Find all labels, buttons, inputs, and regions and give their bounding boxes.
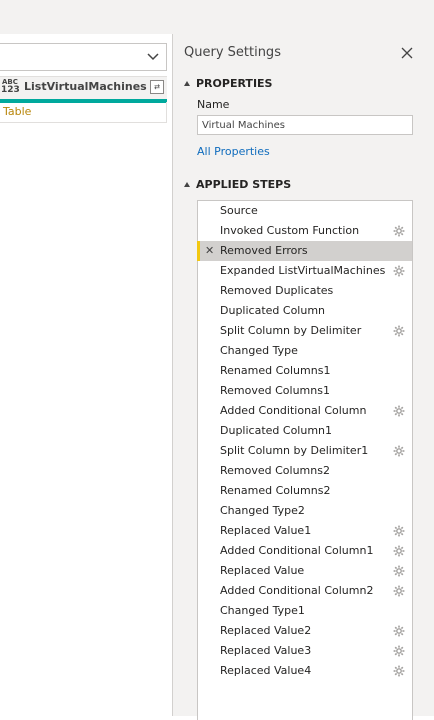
applied-step-label: Expanded ListVirtualMachines	[220, 264, 386, 277]
applied-step-label: Added Conditional Column2	[220, 584, 374, 597]
applied-step[interactable]: Expanded ListVirtualMachines	[198, 261, 412, 281]
applied-step-label: Removed Duplicates	[220, 284, 334, 297]
applied-step-label: Split Column by Delimiter1	[220, 444, 369, 457]
applied-step-label: Removed Columns1	[220, 384, 330, 397]
applied-step[interactable]: Removed Duplicates	[198, 281, 412, 301]
chevron-down-icon[interactable]	[146, 49, 160, 63]
gear-icon[interactable]	[393, 625, 405, 637]
applied-step[interactable]: Duplicated Column	[198, 301, 412, 321]
applied-step[interactable]: Changed Type	[198, 341, 412, 361]
applied-step-label: Changed Type1	[220, 604, 305, 617]
applied-step-label: Replaced Value2	[220, 624, 312, 637]
applied-step-label: Changed Type2	[220, 504, 305, 517]
applied-step-label: Renamed Columns2	[220, 484, 331, 497]
delete-step-icon[interactable]: ✕	[205, 241, 214, 261]
applied-step-label: Source	[220, 204, 258, 217]
query-name-input[interactable]	[197, 115, 413, 135]
table-cell[interactable]: Table	[0, 102, 167, 123]
gear-icon[interactable]	[393, 445, 405, 457]
applied-step[interactable]: Changed Type2	[198, 501, 412, 521]
gear-icon[interactable]	[393, 525, 405, 537]
applied-step[interactable]: Renamed Columns2	[198, 481, 412, 501]
applied-step[interactable]: Added Conditional Column1	[198, 541, 412, 561]
applied-step[interactable]: Replaced Value	[198, 561, 412, 581]
column-type-number: 123	[1, 85, 20, 95]
close-icon[interactable]	[400, 46, 414, 60]
gear-icon[interactable]	[393, 265, 405, 277]
gear-icon[interactable]	[393, 405, 405, 417]
applied-step[interactable]: Replaced Value4	[198, 661, 412, 681]
gear-icon[interactable]	[393, 645, 405, 657]
formula-dropdown[interactable]	[0, 43, 167, 71]
applied-step-label: Changed Type	[220, 344, 298, 357]
gear-icon[interactable]	[393, 585, 405, 597]
applied-steps-section-header[interactable]: APPLIED STEPS	[184, 178, 291, 191]
gear-icon[interactable]	[393, 545, 405, 557]
cell-value[interactable]: Table	[3, 105, 31, 118]
data-preview-pane: ABC 123 ListVirtualMachines ⇄ Table	[0, 34, 172, 716]
applied-step[interactable]: Removed Columns2	[198, 461, 412, 481]
applied-step-label: Renamed Columns1	[220, 364, 331, 377]
applied-step-label: Removed Columns2	[220, 464, 330, 477]
applied-step[interactable]: Replaced Value3	[198, 641, 412, 661]
query-settings-panel: Query Settings PROPERTIES Name All Prope…	[173, 34, 434, 720]
applied-step-label: Added Conditional Column	[220, 404, 367, 417]
applied-step-label: Replaced Value4	[220, 664, 312, 677]
applied-step[interactable]: Removed Columns1	[198, 381, 412, 401]
applied-step-label: Added Conditional Column1	[220, 544, 374, 557]
applied-step[interactable]: Added Conditional Column	[198, 401, 412, 421]
applied-step[interactable]: Split Column by Delimiter1	[198, 441, 412, 461]
gear-icon[interactable]	[393, 565, 405, 577]
applied-step[interactable]: Added Conditional Column2	[198, 581, 412, 601]
applied-step-label: Duplicated Column1	[220, 424, 333, 437]
top-toolbar-strip	[0, 0, 434, 34]
properties-section-header[interactable]: PROPERTIES	[184, 77, 272, 90]
gear-icon[interactable]	[393, 225, 405, 237]
all-properties-link[interactable]: All Properties	[197, 145, 270, 158]
panel-title: Query Settings	[184, 45, 281, 60]
column-header[interactable]: ABC 123 ListVirtualMachines ⇄	[0, 76, 167, 103]
applied-step[interactable]: Changed Type1	[198, 601, 412, 621]
applied-step-label: Replaced Value1	[220, 524, 312, 537]
applied-step-label: Duplicated Column	[220, 304, 326, 317]
name-label: Name	[197, 98, 230, 111]
gear-icon[interactable]	[393, 325, 405, 337]
applied-step[interactable]: Replaced Value1	[198, 521, 412, 541]
properties-heading: PROPERTIES	[196, 77, 273, 90]
applied-step[interactable]: Source	[198, 201, 412, 221]
column-name: ListVirtualMachines	[24, 80, 147, 93]
applied-step-label: Removed Errors	[220, 244, 308, 257]
applied-steps-heading: APPLIED STEPS	[196, 178, 292, 191]
applied-step[interactable]: Replaced Value2	[198, 621, 412, 641]
collapse-triangle-icon[interactable]	[184, 182, 190, 187]
gear-icon[interactable]	[393, 665, 405, 677]
applied-step[interactable]: Duplicated Column1	[198, 421, 412, 441]
applied-step-label: Split Column by Delimiter	[220, 324, 362, 337]
applied-step[interactable]: Invoked Custom Function	[198, 221, 412, 241]
applied-step-label: Replaced Value	[220, 564, 305, 577]
applied-step[interactable]: ✕ Removed Errors	[197, 241, 412, 261]
applied-step[interactable]: Split Column by Delimiter	[198, 321, 412, 341]
applied-steps-list: Source Invoked Custom Function ✕ Removed Er…	[197, 200, 413, 720]
applied-step-label: Replaced Value3	[220, 644, 312, 657]
expand-column-icon[interactable]: ⇄	[150, 80, 164, 94]
applied-step-label: Invoked Custom Function	[220, 224, 360, 237]
applied-step[interactable]: Renamed Columns1	[198, 361, 412, 381]
collapse-triangle-icon[interactable]	[184, 81, 190, 86]
